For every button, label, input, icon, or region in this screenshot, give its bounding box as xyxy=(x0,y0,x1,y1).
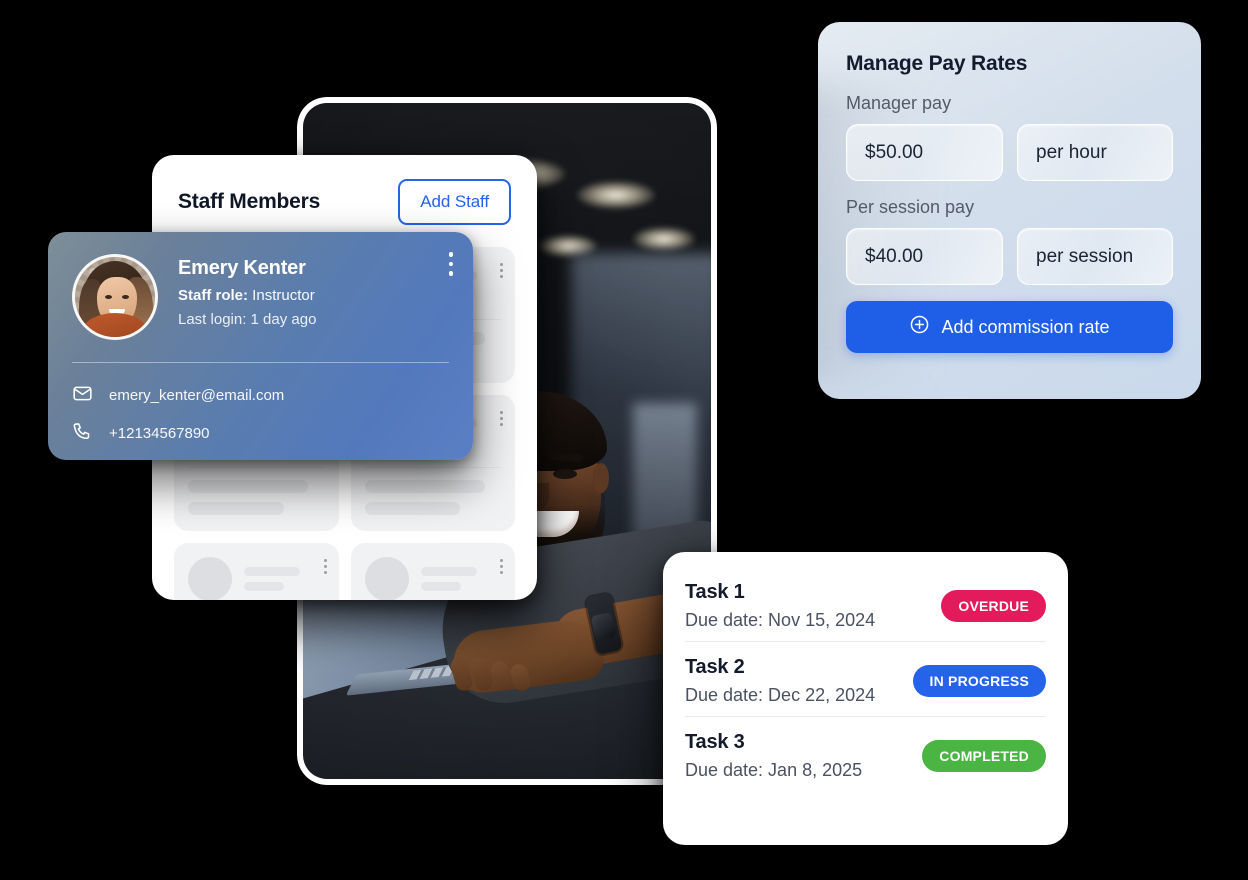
plus-circle-icon xyxy=(909,314,930,340)
task-due-date: Due date: Jan 8, 2025 xyxy=(685,760,863,780)
placeholder-bar xyxy=(420,567,477,576)
staff-card-placeholder[interactable] xyxy=(174,543,339,600)
task-row[interactable]: Task 3 Due date: Jan 8, 2025 COMPLETED xyxy=(685,716,1046,791)
avatar xyxy=(72,254,158,340)
staff-card-placeholder[interactable] xyxy=(350,543,515,600)
staff-members-header: Staff Members Add Staff xyxy=(152,155,537,243)
staff-role-value: Instructor xyxy=(248,287,315,304)
pay-rates-title: Manage Pay Rates xyxy=(846,52,1028,75)
staff-detail-header: Emery Kenter Staff role: Instructor Last… xyxy=(72,254,449,340)
staff-role: Staff role: Instructor xyxy=(178,285,449,307)
phone-icon xyxy=(72,421,93,446)
kebab-menu-icon[interactable] xyxy=(448,252,453,276)
kebab-menu-icon[interactable] xyxy=(500,559,503,574)
staff-phone-row[interactable]: +12134567890 xyxy=(72,421,449,446)
manager-pay-label: Manager pay xyxy=(846,93,952,113)
session-pay-unit-select[interactable]: per session xyxy=(1017,228,1173,285)
staff-email: emery_kenter@email.com xyxy=(109,387,285,404)
composite-hero-illustration: Staff Members Add Staff Emery Kenter Sta… xyxy=(0,0,1248,880)
task-due-date: Due date: Nov 15, 2024 xyxy=(685,610,876,630)
staff-last-login: Last login: 1 day ago xyxy=(178,310,317,328)
status-badge: IN PROGRESS xyxy=(912,665,1046,697)
manager-pay-row: $50.00 per hour xyxy=(846,124,1173,181)
add-staff-button[interactable]: Add Staff xyxy=(398,179,511,225)
kebab-menu-icon[interactable] xyxy=(500,411,503,426)
staff-detail-card[interactable]: Emery Kenter Staff role: Instructor Last… xyxy=(48,232,473,460)
manager-pay-amount-input[interactable]: $50.00 xyxy=(846,124,1003,181)
task-row[interactable]: Task 1 Due date: Nov 15, 2024 OVERDUE xyxy=(685,574,1046,641)
task-due-date: Due date: Dec 22, 2024 xyxy=(685,685,876,705)
placeholder-bar xyxy=(244,582,285,591)
task-title: Task 3 xyxy=(685,731,745,753)
task-row[interactable]: Task 2 Due date: Dec 22, 2024 IN PROGRES… xyxy=(685,641,1046,716)
session-pay-amount-input[interactable]: $40.00 xyxy=(846,228,1003,285)
placeholder-bar xyxy=(364,480,485,493)
divider xyxy=(364,467,501,468)
avatar xyxy=(188,557,232,600)
placeholder-bar xyxy=(188,502,284,515)
envelope-icon xyxy=(72,383,93,408)
status-badge: OVERDUE xyxy=(941,590,1046,622)
divider xyxy=(72,362,449,363)
staff-role-label: Staff role: xyxy=(178,287,249,304)
status-badge: COMPLETED xyxy=(922,740,1046,772)
staff-name: Emery Kenter xyxy=(178,257,306,279)
manager-pay-unit-select[interactable]: per hour xyxy=(1017,124,1173,181)
session-pay-row: $40.00 per session xyxy=(846,228,1173,285)
manage-pay-rates-panel: Manage Pay Rates Manager pay $50.00 per … xyxy=(818,22,1201,399)
page-title: Staff Members xyxy=(178,190,321,213)
avatar xyxy=(364,557,409,600)
placeholder-bar xyxy=(420,582,461,591)
placeholder-bar xyxy=(244,567,301,576)
placeholder-bar xyxy=(188,480,309,493)
kebab-menu-icon[interactable] xyxy=(323,559,327,574)
task-title: Task 2 xyxy=(685,656,745,678)
staff-email-row[interactable]: emery_kenter@email.com xyxy=(72,383,449,408)
session-pay-label: Per session pay xyxy=(846,197,975,217)
add-commission-rate-label: Add commission rate xyxy=(941,316,1110,337)
placeholder-bar xyxy=(364,502,461,515)
tasks-panel: Task 1 Due date: Nov 15, 2024 OVERDUE Ta… xyxy=(663,552,1068,845)
add-commission-rate-button[interactable]: Add commission rate xyxy=(846,301,1173,353)
divider xyxy=(188,467,325,468)
staff-phone: +12134567890 xyxy=(109,425,210,442)
kebab-menu-icon[interactable] xyxy=(500,263,503,278)
task-title: Task 1 xyxy=(685,581,745,603)
